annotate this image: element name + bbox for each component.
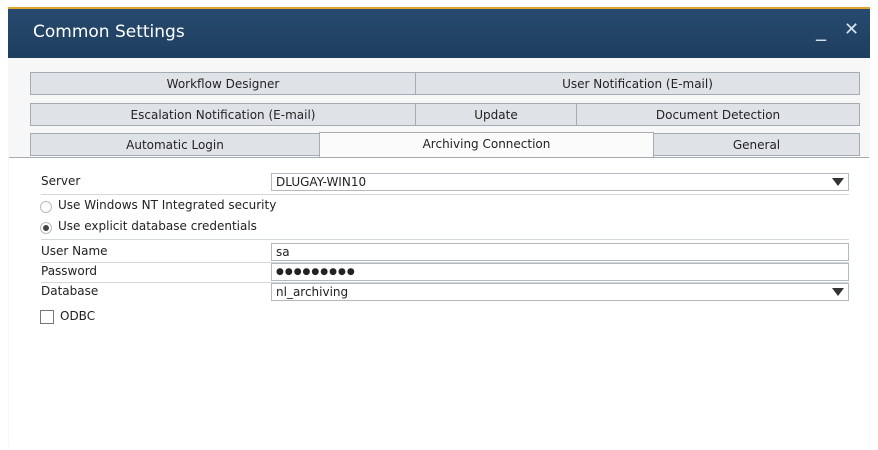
explicit-credentials-radio[interactable] (40, 222, 52, 234)
tab-document-detection[interactable]: Document Detection (576, 103, 860, 126)
chevron-down-icon[interactable] (832, 288, 844, 296)
tab-update[interactable]: Update (415, 103, 577, 126)
password-field[interactable]: ●●●●●●●●● (271, 263, 849, 281)
windows-nt-security-radio[interactable] (40, 201, 52, 213)
windows-nt-security-label: Use Windows NT Integrated security (58, 198, 277, 212)
explicit-credentials-label: Use explicit database credentials (58, 219, 257, 233)
odbc-label: ODBC (60, 309, 96, 323)
archiving-connection-panel: Server DLUGAY-WIN10 Use Windows NT Integ… (9, 157, 869, 450)
server-value: DLUGAY-WIN10 (276, 175, 367, 189)
odbc-checkbox[interactable] (40, 310, 54, 324)
title-bar: Common Settings _ ✕ (8, 9, 870, 58)
password-label: Password (41, 264, 98, 278)
database-value: nl_archiving (276, 285, 349, 299)
divider (41, 239, 849, 240)
database-dropdown[interactable]: nl_archiving (271, 283, 849, 301)
minimize-icon[interactable]: _ (816, 17, 826, 41)
tab-escalation-notification[interactable]: Escalation Notification (E-mail) (30, 103, 416, 126)
username-label: User Name (41, 244, 108, 258)
tab-archiving-connection[interactable]: Archiving Connection (319, 132, 654, 157)
close-icon[interactable]: ✕ (844, 19, 859, 40)
server-label: Server (41, 174, 81, 188)
database-label: Database (41, 284, 99, 298)
tab-user-notification[interactable]: User Notification (E-mail) (415, 72, 860, 95)
chevron-down-icon[interactable] (832, 178, 844, 186)
window-title: Common Settings (33, 22, 185, 42)
server-dropdown[interactable]: DLUGAY-WIN10 (271, 173, 849, 191)
tab-general[interactable]: General (653, 133, 860, 156)
common-settings-window: Common Settings _ ✕ Workflow Designer Us… (8, 7, 870, 450)
username-field[interactable]: sa (271, 243, 849, 261)
tab-workflow-designer[interactable]: Workflow Designer (30, 72, 416, 95)
divider (41, 194, 849, 195)
tab-automatic-login[interactable]: Automatic Login (30, 133, 320, 156)
